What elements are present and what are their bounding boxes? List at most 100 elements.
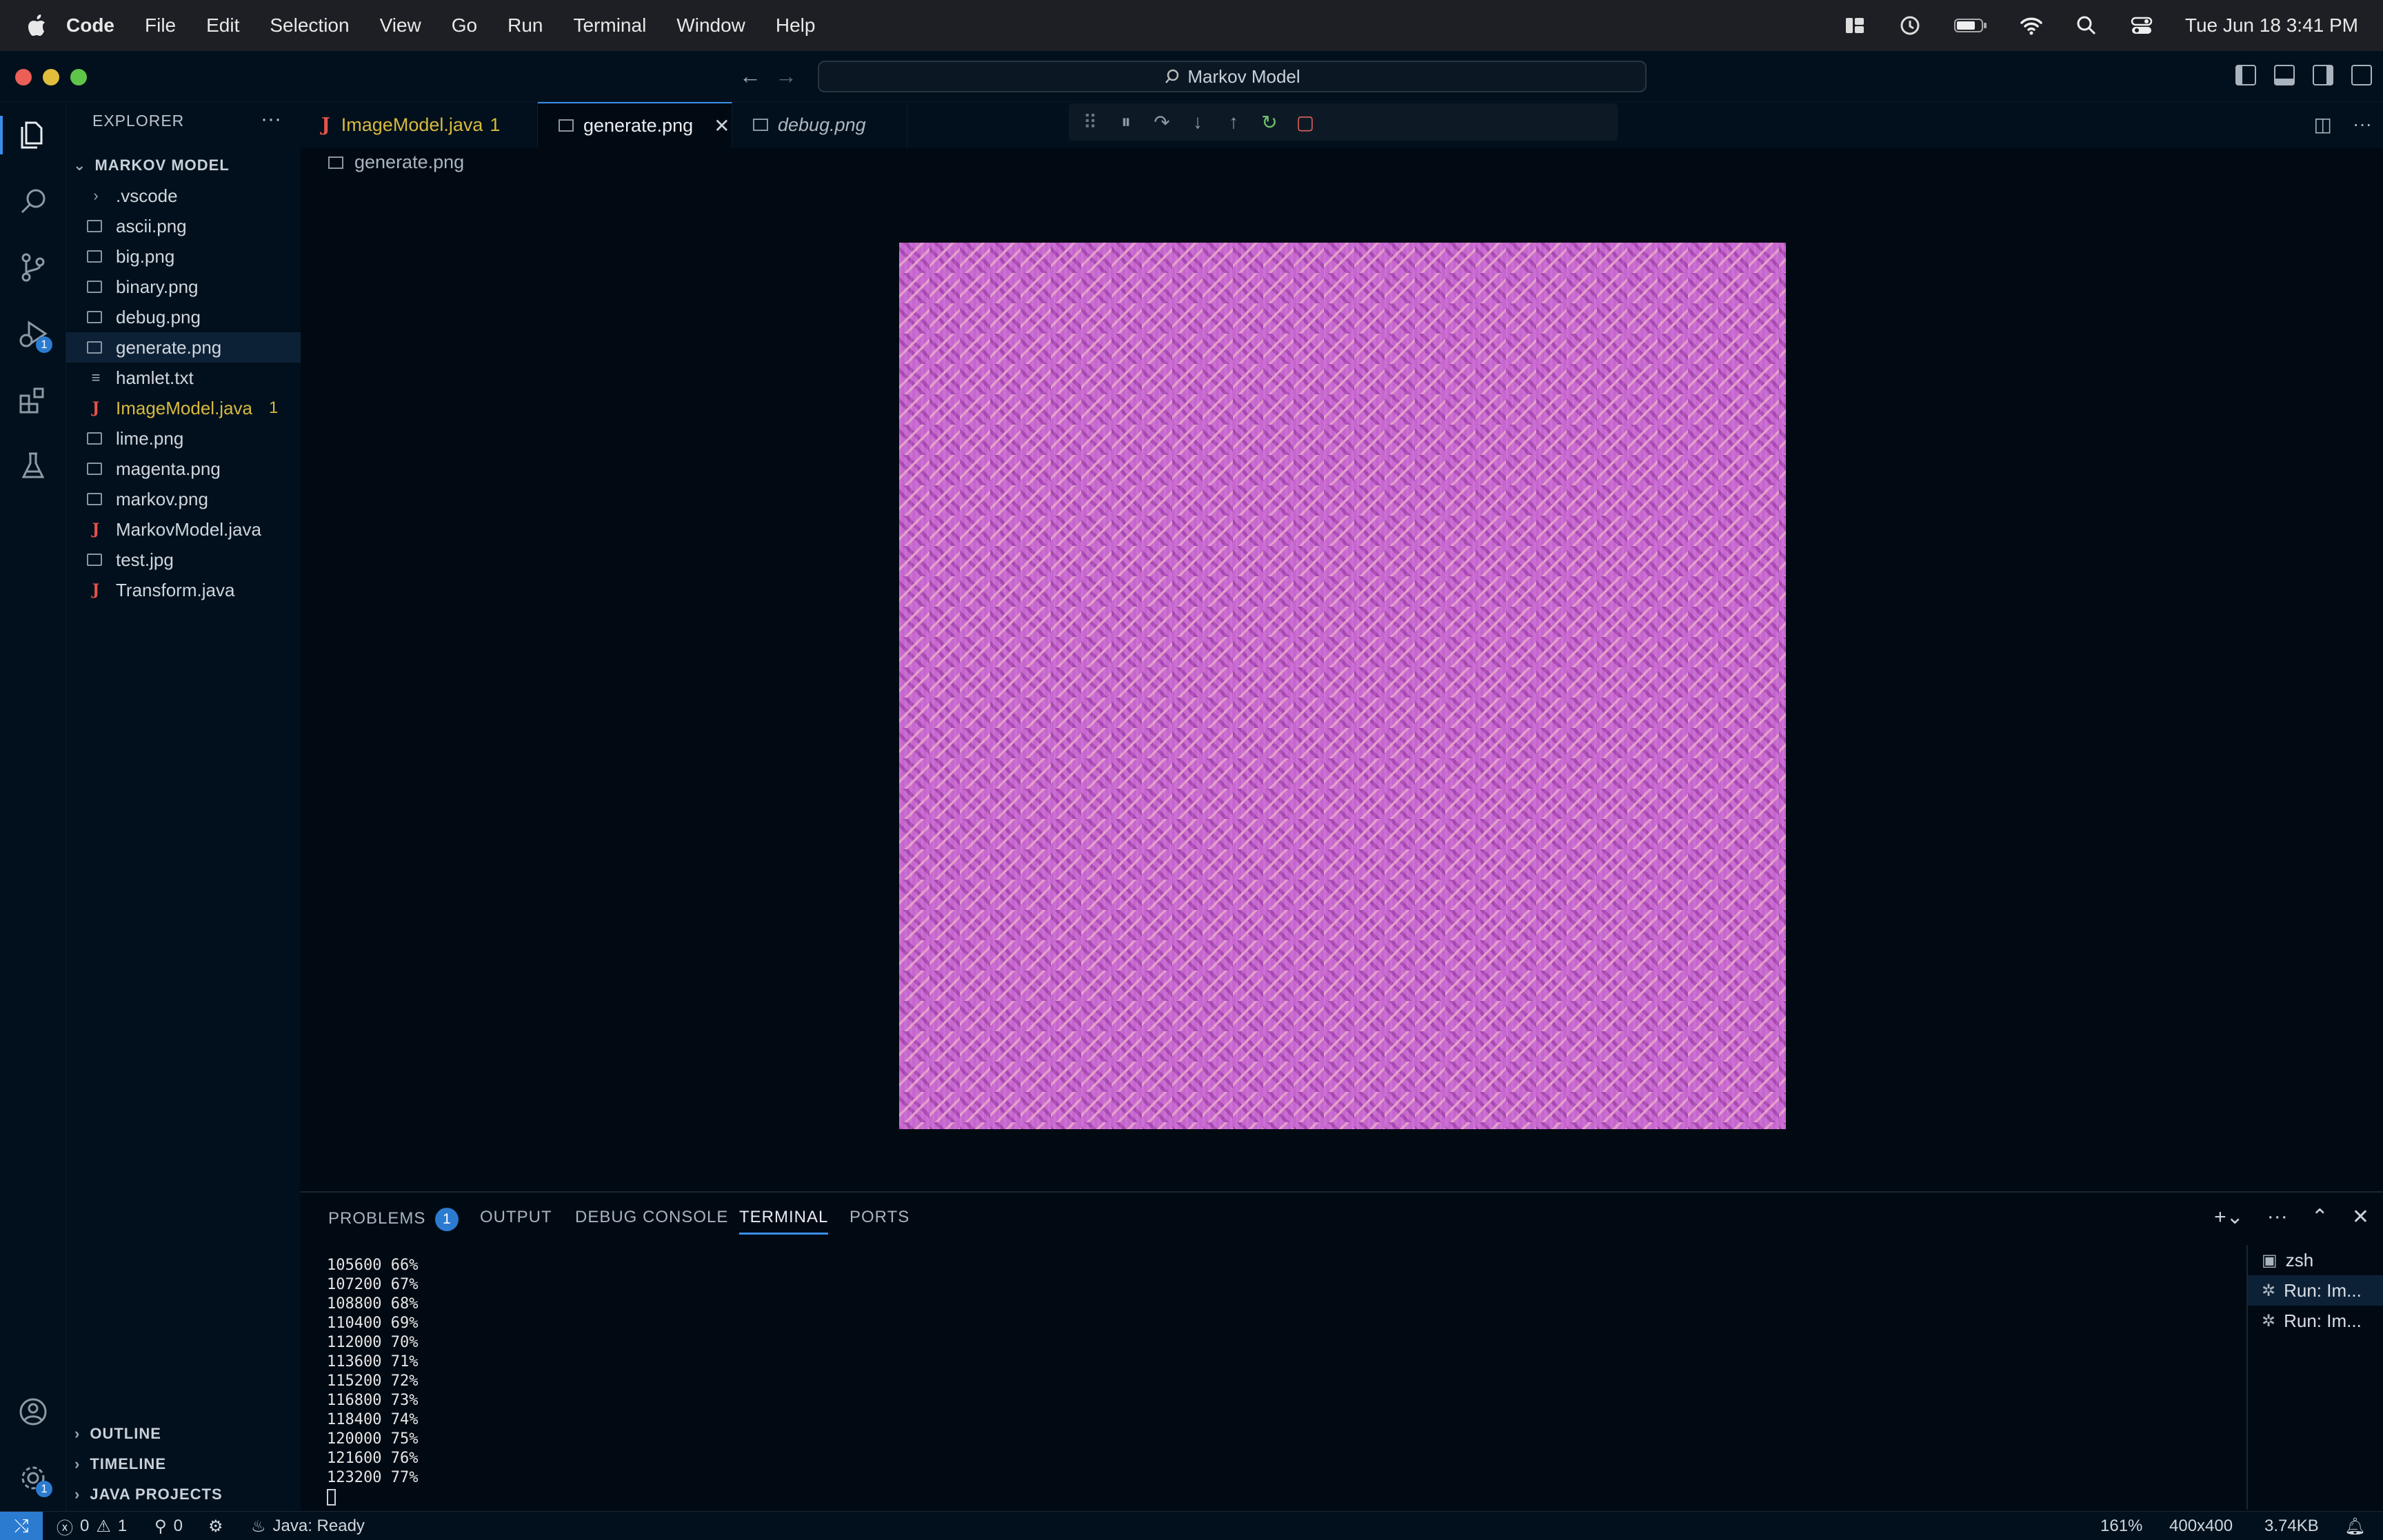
tree-item-label: big.png	[116, 245, 175, 267]
remote-indicator-icon[interactable]: ⤭	[0, 1512, 43, 1540]
warning-count: 1	[117, 1517, 128, 1535]
ports-status[interactable]: ⚲ 0	[154, 1512, 183, 1540]
menu-terminal[interactable]: Terminal	[573, 14, 646, 37]
explorer-icon[interactable]	[0, 116, 52, 154]
tree-item-markov-png[interactable]: markov.png	[66, 484, 301, 514]
breadcrumb[interactable]: generate.png	[328, 152, 464, 173]
image-file-icon	[87, 341, 102, 354]
tab-problems[interactable]: PROBLEMS 1	[328, 1208, 459, 1231]
panel-more-actions-icon[interactable]: ···	[2267, 1205, 2288, 1229]
problems-status[interactable]: ⓧ 0 ⚠ 1	[57, 1512, 127, 1540]
extensions-icon[interactable]	[14, 381, 52, 419]
customize-layout-icon[interactable]	[2351, 65, 2372, 85]
menu-file[interactable]: File	[145, 14, 176, 37]
stage-manager-icon[interactable]	[1843, 14, 1867, 37]
control-center-icon[interactable]	[2130, 14, 2153, 37]
editor-more-actions-icon[interactable]: ···	[2353, 113, 2372, 136]
new-terminal-icon[interactable]: +⌄	[2214, 1205, 2244, 1229]
back-arrow-icon[interactable]: ←	[739, 63, 761, 89]
tree-item-test-jpg[interactable]: test.jpg	[66, 545, 301, 575]
toggle-panel-icon[interactable]	[2274, 65, 2295, 85]
time-machine-icon[interactable]	[1898, 14, 1922, 37]
terminal-item-run-2[interactable]: ✲ Run: Im...	[2248, 1306, 2383, 1336]
menu-view[interactable]: View	[380, 14, 421, 37]
editor-area: J ImageModel.java 1 generate.png ✕ debug…	[301, 102, 2383, 1191]
tab-terminal[interactable]: TERMINAL	[739, 1208, 829, 1235]
tree-item-markovmodel-java[interactable]: J MarkovModel.java	[66, 514, 301, 545]
notifications-bell-icon[interactable]: 🔔︎	[2344, 1512, 2365, 1540]
menu-run[interactable]: Run	[507, 14, 543, 37]
terminal-item-zsh[interactable]: ▣ zsh	[2248, 1245, 2383, 1275]
text-file-icon: ≡	[91, 369, 101, 386]
command-center-search[interactable]: Markov Model	[818, 61, 1647, 92]
tree-item-generate-png[interactable]: generate.png	[66, 332, 301, 363]
menu-app-name[interactable]: Code	[66, 14, 114, 37]
timeline-section[interactable]: › TIMELINE	[66, 1449, 301, 1479]
toggle-primary-sidebar-icon[interactable]	[2235, 65, 2256, 85]
step-out-icon[interactable]: ↑	[1223, 111, 1244, 133]
more-actions-icon[interactable]: ···	[261, 108, 281, 131]
image-file-icon	[87, 432, 102, 445]
tree-item-hamlet-txt[interactable]: ≡ hamlet.txt	[66, 363, 301, 393]
menu-edit[interactable]: Edit	[206, 14, 239, 37]
tree-item-debug-png[interactable]: debug.png	[66, 302, 301, 332]
drag-handle-icon[interactable]: ⠿	[1080, 111, 1100, 134]
tab-debug-png[interactable]: debug.png	[732, 102, 907, 148]
split-editor-icon[interactable]: ◫	[2314, 113, 2332, 136]
accounts-icon[interactable]	[14, 1392, 52, 1431]
tab-label: ImageModel.java	[341, 114, 483, 135]
menu-help[interactable]: Help	[776, 14, 816, 37]
terminal-output[interactable]: 105600 66% 107200 67% 108800 68% 110400 …	[327, 1256, 418, 1507]
close-panel-icon[interactable]: ✕	[2352, 1205, 2369, 1229]
zoom-status[interactable]: 161%	[2100, 1512, 2142, 1540]
stop-icon[interactable]: ▢	[1295, 111, 1316, 134]
debug-launch-icon[interactable]: ⚙	[208, 1512, 223, 1540]
tree-item-lime-png[interactable]: lime.png	[66, 423, 301, 454]
tab-generate-png[interactable]: generate.png ✕	[538, 102, 732, 148]
close-window-button[interactable]	[15, 69, 32, 85]
run-and-debug-icon[interactable]: 1	[14, 314, 52, 353]
toggle-secondary-sidebar-icon[interactable]	[2313, 65, 2333, 85]
tab-ports[interactable]: PORTS	[849, 1208, 909, 1227]
menu-go[interactable]: Go	[452, 14, 477, 37]
testing-flask-icon[interactable]	[14, 447, 52, 485]
tab-imagemodel-java[interactable]: J ImageModel.java 1	[301, 102, 538, 148]
search-icon[interactable]	[14, 182, 52, 221]
tree-item-label: lime.png	[116, 427, 184, 449]
tree-item-big-png[interactable]: big.png	[66, 241, 301, 272]
close-tab-icon[interactable]: ✕	[714, 114, 730, 137]
pause-icon[interactable]: ⏸	[1116, 111, 1136, 134]
menu-selection[interactable]: Selection	[270, 14, 349, 37]
java-projects-section[interactable]: › JAVA PROJECTS	[66, 1479, 301, 1510]
battery-icon[interactable]	[1953, 14, 1988, 37]
tree-item-magenta-png[interactable]: magenta.png	[66, 454, 301, 484]
tree-item-imagemodel-java[interactable]: J ImageModel.java 1	[66, 393, 301, 423]
step-over-icon[interactable]: ↷	[1152, 111, 1172, 134]
forward-arrow-icon[interactable]: →	[775, 63, 797, 89]
terminal-item-run-1[interactable]: ✲ Run: Im...	[2248, 1275, 2383, 1306]
spotlight-search-icon[interactable]	[2075, 14, 2098, 37]
restart-icon[interactable]: ↻	[1259, 111, 1280, 134]
source-control-icon[interactable]	[14, 248, 52, 287]
tree-item-binary-png[interactable]: binary.png	[66, 272, 301, 302]
apple-logo-icon[interactable]	[26, 14, 47, 37]
wifi-icon[interactable]	[2020, 14, 2043, 37]
tree-item-vscode[interactable]: › .vscode	[66, 181, 301, 211]
tree-item-transform-java[interactable]: J Transform.java	[66, 575, 301, 605]
workspace-root-folder[interactable]: ⌄ MARKOV MODEL	[66, 150, 301, 181]
manage-gear-icon[interactable]: 1	[14, 1459, 52, 1497]
minimize-window-button[interactable]	[43, 69, 59, 85]
terminal-line: 113600 71%	[327, 1353, 419, 1370]
tree-item-ascii-png[interactable]: ascii.png	[66, 211, 301, 241]
outline-section[interactable]: › OUTLINE	[66, 1419, 301, 1449]
tab-debug-console[interactable]: DEBUG CONSOLE	[575, 1208, 728, 1227]
zoom-window-button[interactable]	[70, 69, 87, 85]
terminal-list: ▣ zsh ✲ Run: Im... ✲ Run: Im...	[2246, 1245, 2383, 1510]
tab-output[interactable]: OUTPUT	[480, 1208, 552, 1227]
maximize-panel-icon[interactable]: ⌃	[2311, 1205, 2329, 1229]
terminal-item-label: Run: Im...	[2284, 1279, 2362, 1301]
java-status[interactable]: ♨ Java: Ready	[251, 1512, 365, 1540]
step-into-icon[interactable]: ↓	[1187, 111, 1208, 133]
menubar-clock[interactable]: Tue Jun 18 3:41 PM	[2185, 14, 2358, 37]
menu-window[interactable]: Window	[676, 14, 745, 37]
